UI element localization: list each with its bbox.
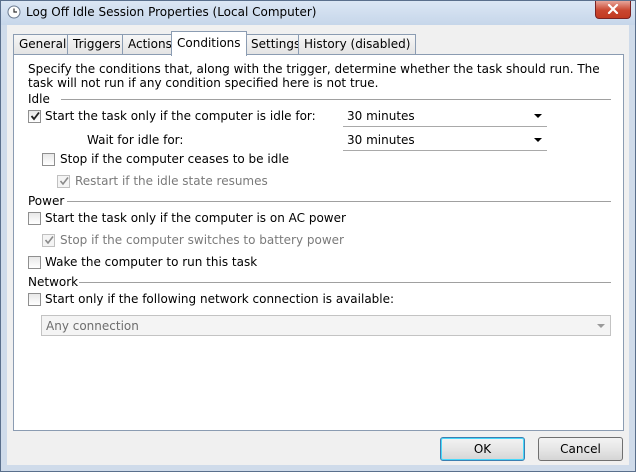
chevron-down-icon [534, 138, 542, 142]
stop-if-not-idle-label: Stop if the computer ceases to be idle [60, 152, 290, 166]
tab-label: Conditions [177, 36, 241, 50]
checkmark-icon [30, 110, 40, 124]
wait-for-idle-label: Wait for idle for: [87, 133, 184, 147]
close-button[interactable] [595, 1, 631, 19]
wake-to-run-label: Wake the computer to run this task [45, 255, 258, 269]
tab-conditions[interactable]: Conditions [171, 31, 247, 56]
stop-on-battery-checkbox[interactable] [42, 234, 55, 247]
power-separator [67, 201, 611, 202]
network-connection-value: Any connection [46, 319, 139, 333]
idle-duration-combo[interactable]: 30 minutes [343, 106, 547, 127]
tab-label: Triggers [73, 37, 121, 51]
tab-history[interactable]: History (disabled) [298, 34, 417, 54]
checkmark-icon [44, 234, 54, 248]
stop-if-not-idle-checkbox[interactable] [42, 153, 55, 166]
wait-for-idle-combo[interactable]: 30 minutes [343, 130, 547, 151]
network-connection-combo[interactable]: Any connection [41, 315, 611, 336]
power-heading: Power [28, 194, 65, 208]
network-connection-label: Start only if the following network conn… [45, 292, 395, 306]
start-if-idle-checkbox[interactable] [28, 110, 41, 123]
chevron-down-icon [534, 114, 542, 118]
window-title: Log Off Idle Session Properties (Local C… [26, 5, 317, 19]
idle-separator [61, 99, 611, 100]
wait-for-idle-value: 30 minutes [347, 133, 415, 147]
ac-power-label: Start the task only if the computer is o… [45, 211, 346, 225]
stop-on-battery-label: Stop if the computer switches to battery… [60, 233, 344, 247]
tab-actions[interactable]: Actions [122, 34, 178, 54]
ac-power-checkbox[interactable] [28, 212, 41, 225]
wake-to-run-checkbox[interactable] [28, 256, 41, 269]
conditions-description: Specify the conditions that, along with … [28, 62, 600, 90]
dialog-client-area: General Triggers Actions Conditions Sett… [7, 25, 629, 465]
restart-if-idle-resumes-checkbox[interactable] [57, 175, 70, 188]
tab-general[interactable]: General [13, 34, 73, 54]
tab-triggers[interactable]: Triggers [67, 34, 127, 54]
network-connection-checkbox[interactable] [28, 293, 41, 306]
network-separator [79, 282, 611, 283]
cancel-button[interactable]: Cancel [538, 437, 623, 461]
ok-button[interactable]: OK [440, 437, 525, 461]
checkmark-icon [59, 175, 69, 189]
start-if-idle-label: Start the task only if the computer is i… [45, 109, 316, 123]
idle-heading: Idle [28, 92, 50, 106]
idle-duration-value: 30 minutes [347, 109, 415, 123]
tab-label: Settings [251, 37, 301, 51]
restart-if-idle-resumes-label: Restart if the idle state resumes [75, 174, 268, 188]
properties-dialog: Log Off Idle Session Properties (Local C… [0, 0, 636, 472]
close-icon [607, 3, 619, 17]
title-bar[interactable]: Log Off Idle Session Properties (Local C… [1, 1, 635, 25]
clock-icon [7, 5, 21, 19]
tab-label: Actions [128, 37, 172, 51]
tab-label: History (disabled) [304, 37, 411, 51]
tab-label: General [19, 37, 67, 51]
chevron-down-icon [597, 324, 605, 328]
network-heading: Network [28, 275, 79, 289]
